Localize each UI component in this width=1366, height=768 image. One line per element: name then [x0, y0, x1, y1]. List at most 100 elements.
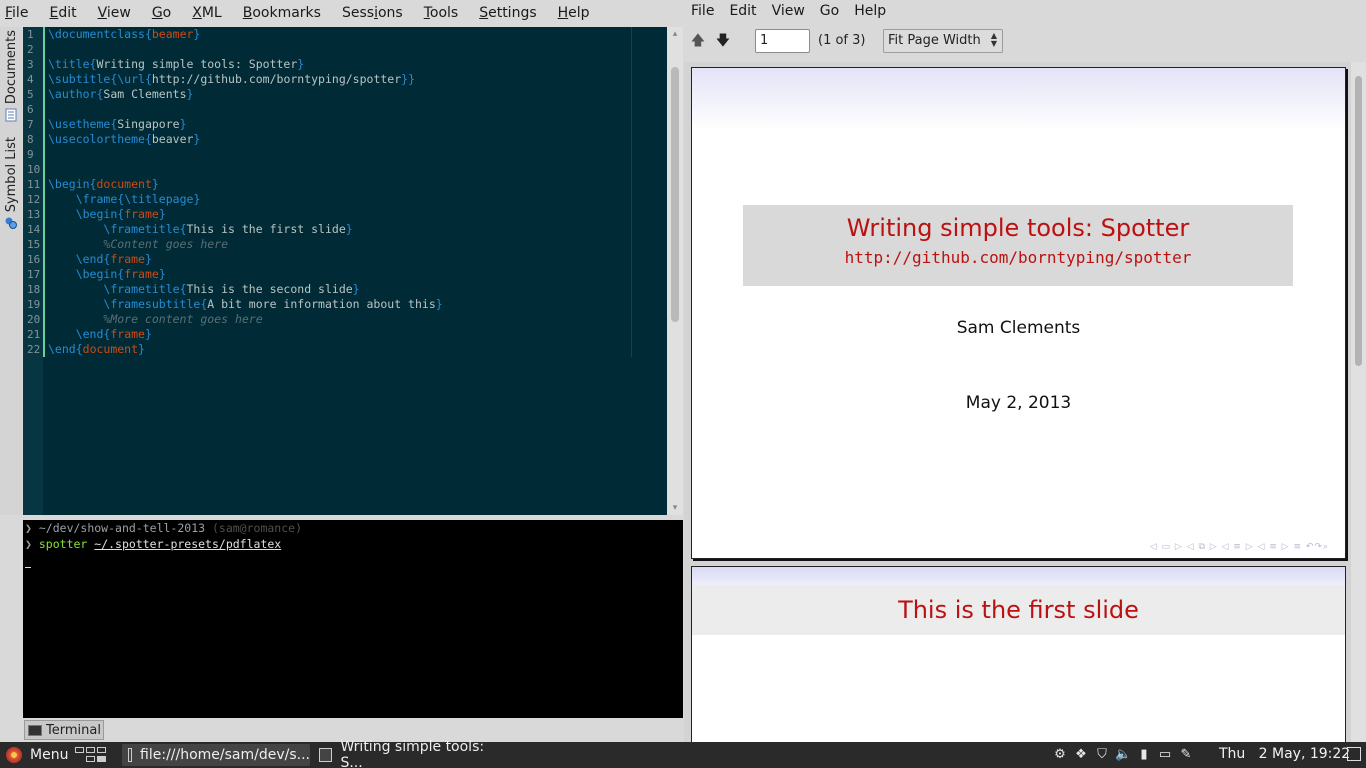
- page-view-scrollbar[interactable]: [1351, 62, 1366, 742]
- terminal-tab-label: Terminal: [46, 722, 101, 738]
- task-kate[interactable]: file:///home/sam/dev/s...: [122, 744, 310, 766]
- kate-menu-item[interactable]: Go: [152, 5, 171, 21]
- terminal-user-host: (sam@romance): [211, 521, 302, 535]
- kate-menu-item[interactable]: Tools: [424, 5, 459, 21]
- line-number: 4: [27, 73, 34, 86]
- okular-menu-item[interactable]: View: [772, 3, 805, 19]
- editor-scrollbar[interactable]: ▴ ▾: [667, 27, 683, 515]
- slide-author: Sam Clements: [956, 318, 1081, 338]
- battery-icon[interactable]: ▭: [1157, 747, 1173, 763]
- workspace-5[interactable]: [97, 756, 106, 762]
- network-signal-icon[interactable]: ▮: [1136, 747, 1152, 763]
- scroll-up-arrow-icon[interactable]: ▴: [670, 29, 680, 39]
- kate-menu-item[interactable]: Edit: [49, 5, 76, 21]
- terminal-command-arg: ~/.spotter-presets/pdflatex: [94, 537, 282, 551]
- scroll-down-arrow-icon[interactable]: ▾: [670, 503, 680, 513]
- menu-button[interactable]: Menu: [6, 745, 68, 765]
- line-number: 20: [27, 313, 41, 326]
- line-number: 16: [27, 253, 41, 266]
- line-number: 2: [27, 43, 34, 56]
- document-page-view[interactable]: Writing simple tools: Spotter http://git…: [684, 62, 1366, 742]
- kate-menu-item[interactable]: Help: [558, 5, 590, 21]
- prompt-glyph: ❯: [25, 521, 32, 535]
- previous-page-icon[interactable]: 🡅: [689, 32, 707, 50]
- line-number: 12: [27, 193, 41, 206]
- code-line: \frametitle{This is the first slide}: [103, 222, 353, 236]
- terminal-cursor-line: [23, 552, 683, 568]
- line-number: 7: [27, 118, 34, 131]
- line-number: 11: [27, 178, 41, 191]
- terminal-cursor: [25, 567, 31, 568]
- frametitle-band: This is the first slide: [692, 585, 1345, 635]
- okular-window: File Edit View Go Help 🡅 🡇 1 (1 of 3) Fit Pa…: [684, 0, 1366, 742]
- zoom-select[interactable]: Fit Page Width ▲ ▼: [883, 29, 1003, 53]
- line-number: 19: [27, 298, 41, 311]
- okular-menu-item[interactable]: Go: [820, 3, 839, 19]
- kate-menu-item[interactable]: Bookmarks: [243, 5, 321, 21]
- tab-symbol-list[interactable]: Symbol List: [1, 137, 21, 230]
- okular-menu-item[interactable]: File: [691, 3, 714, 19]
- clock[interactable]: Thu 2 May, 19:22: [1219, 746, 1350, 762]
- line-number: 17: [27, 268, 41, 281]
- show-desktop-icon[interactable]: [1347, 747, 1361, 761]
- code-editor[interactable]: 1 2 3 4 5 6 7 8 9 10 11 12 13 14 15 16 17 18 19 20 21 22 \doc…: [23, 27, 683, 515]
- okular-menubar: File Edit View Go Help: [684, 0, 901, 22]
- code-line: \end{document}: [48, 342, 145, 356]
- system-tray: ⚙ ❖ ⛉ 🔈 ▮ ▭ ✎: [1052, 745, 1199, 765]
- line-number: 3: [27, 58, 34, 71]
- kate-menu-item[interactable]: Settings: [479, 5, 536, 21]
- code-line: \subtitle{\url{http://github.com/borntyp…: [48, 72, 415, 86]
- kate-menu-item[interactable]: File: [5, 5, 28, 21]
- kate-menu-item[interactable]: Sessions: [342, 5, 403, 21]
- security-shield-icon[interactable]: ⛉: [1094, 747, 1110, 763]
- kate-menu-item[interactable]: View: [98, 5, 131, 21]
- pdf-page-2: This is the first slide: [691, 566, 1346, 742]
- code-line: \framesubtitle{A bit more information ab…: [103, 297, 443, 311]
- line-number-gutter: 1 2 3 4 5 6 7 8 9 10 11 12 13 14 15 16 17 18 19 20 21 22: [23, 27, 43, 515]
- code-line: \usecolortheme{beaver}: [48, 132, 201, 146]
- workspace-3[interactable]: [97, 747, 106, 753]
- line-number: 8: [27, 133, 34, 146]
- tab-documents-label: Documents: [3, 30, 19, 105]
- modified-lines-marker: [43, 27, 45, 357]
- okular-toolbar: 🡅 🡇 1 (1 of 3) Fit Page Width ▲ ▼: [684, 27, 1366, 55]
- terminal-panel[interactable]: ❯ ~/dev/show-and-tell-2013 (sam@romance)…: [23, 520, 683, 718]
- kate-app-icon: [128, 748, 133, 762]
- editor-scroll-thumb[interactable]: [671, 67, 679, 322]
- page-number-input[interactable]: 1: [755, 29, 810, 53]
- slide-subtitle: http://github.com/borntyping/spotter: [844, 248, 1192, 267]
- zoom-spin-icon: ▲ ▼: [990, 31, 997, 48]
- line-number: 21: [27, 328, 41, 341]
- line-number: 9: [27, 148, 34, 161]
- kate-menu-item[interactable]: XML: [192, 5, 221, 21]
- task-okular[interactable]: Writing simple tools: S...: [313, 739, 503, 768]
- task-okular-label: Writing simple tools: S...: [340, 739, 485, 768]
- code-line: \title{Writing simple tools: Spotter}: [48, 57, 305, 71]
- page-view-scroll-thumb[interactable]: [1355, 76, 1362, 366]
- line-number: 5: [27, 88, 34, 101]
- update-manager-icon[interactable]: ✎: [1178, 747, 1194, 763]
- code-line: \usetheme{Singapore}: [48, 117, 187, 131]
- workspace-4[interactable]: [86, 756, 95, 762]
- workspace-1[interactable]: [75, 747, 84, 753]
- documents-icon: [5, 108, 17, 122]
- okular-menu-item[interactable]: Help: [854, 3, 886, 19]
- beamer-navigation-symbols: ◁ ▭ ▷ ◁ ⧉ ▷ ◁ ≡ ▷ ◁ ≡ ▷ ≡ ↶↷⌕: [1149, 542, 1329, 552]
- tab-documents[interactable]: Documents: [1, 30, 21, 122]
- workspace-pager[interactable]: [73, 745, 107, 765]
- line-number: 14: [27, 223, 41, 236]
- code-text[interactable]: \documentclass{beamer} \title{Writing sim…: [48, 27, 668, 357]
- volume-icon[interactable]: 🔈: [1115, 747, 1131, 763]
- next-page-icon[interactable]: 🡇: [714, 32, 732, 50]
- steam-icon[interactable]: ⚙: [1052, 747, 1068, 763]
- menu-button-label: Menu: [30, 747, 69, 763]
- slide-header-gradient: [692, 567, 1345, 585]
- terminal-tab-button[interactable]: Terminal: [24, 720, 104, 740]
- dropbox-icon[interactable]: ❖: [1073, 747, 1089, 763]
- line-number: 15: [27, 238, 41, 251]
- workspace-2[interactable]: [86, 747, 95, 753]
- symbol-list-icon: [5, 217, 17, 230]
- okular-menu-item[interactable]: Edit: [729, 3, 756, 19]
